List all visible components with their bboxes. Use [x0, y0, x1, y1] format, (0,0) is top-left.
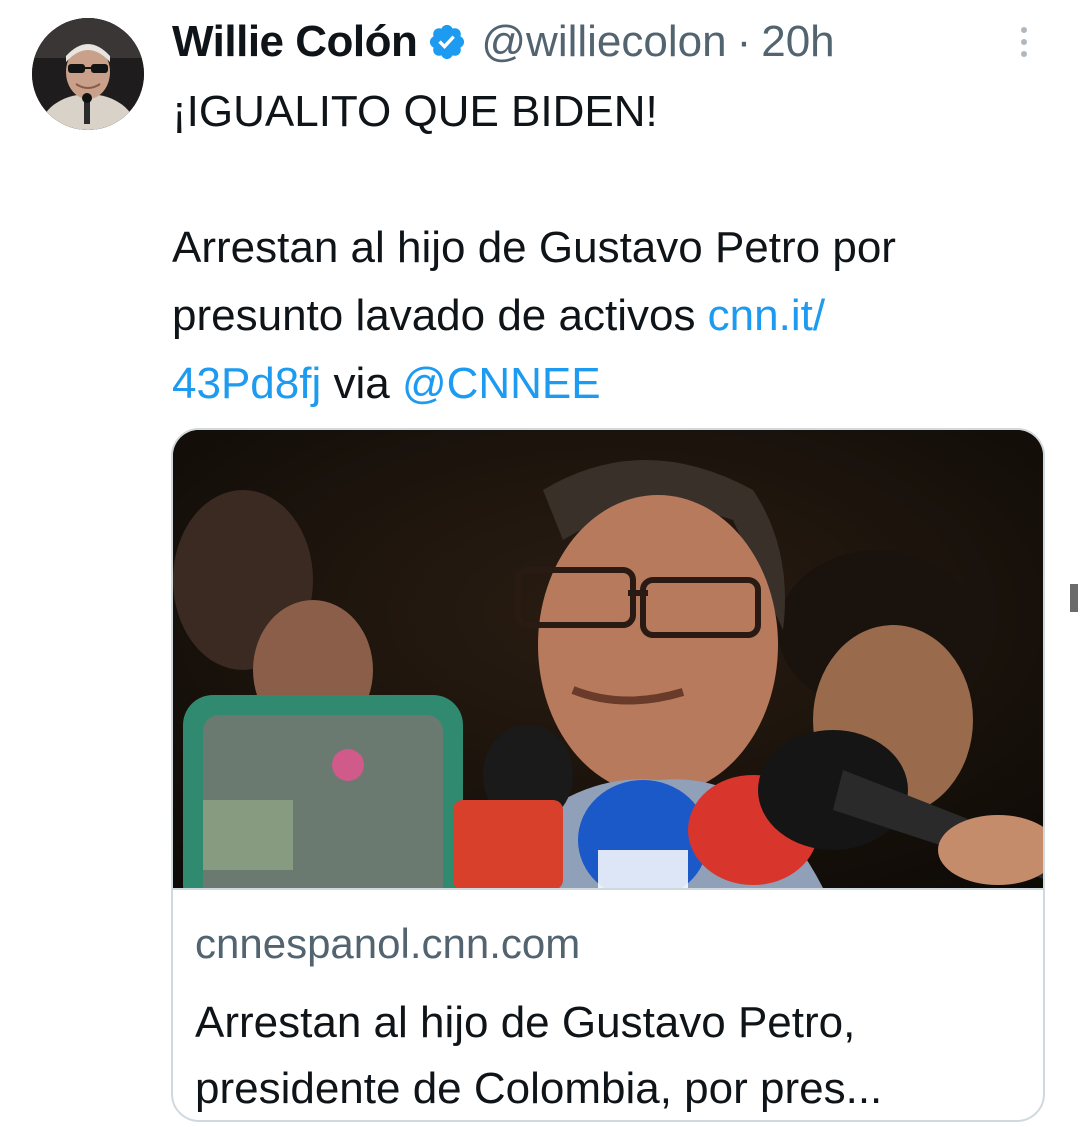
- card-title: Arrestan al hijo de Gustavo Petro, presi…: [195, 990, 1025, 1120]
- scrollbar-handle[interactable]: [1070, 584, 1078, 612]
- author-avatar[interactable]: [32, 18, 144, 130]
- tweet-via-text: via: [321, 359, 402, 408]
- tweet-mention-link[interactable]: @CNNEE: [402, 359, 601, 408]
- card-title-line2: presidente de Colombia, por pres...: [195, 1064, 883, 1113]
- tweet-timestamp[interactable]: 20h: [761, 17, 834, 67]
- card-photo: [173, 430, 1043, 888]
- author-handle[interactable]: @williecolon: [481, 17, 726, 67]
- card-divider: [173, 888, 1043, 890]
- card-image[interactable]: [173, 430, 1043, 888]
- verified-badge-icon: [430, 24, 465, 60]
- card-title-line1: Arrestan al hijo de Gustavo Petro,: [195, 998, 856, 1047]
- avatar-image: [32, 18, 144, 130]
- tweet-blank-line: [172, 146, 1052, 214]
- header-separator: ·: [736, 17, 752, 66]
- tweet-short-link-part1[interactable]: cnn.it/: [708, 291, 825, 340]
- author-display-name[interactable]: Willie Colón: [172, 17, 418, 67]
- link-preview-card[interactable]: cnnespanol.cnn.com Arrestan al hijo de G…: [171, 428, 1045, 1122]
- more-vertical-icon[interactable]: [1012, 22, 1036, 62]
- tweet-first-line: ¡IGUALITO QUE BIDEN!: [172, 87, 658, 136]
- tweet-body: Arrestan al hijo de Gustavo Petro por pr…: [172, 214, 1052, 418]
- card-domain: cnnespanol.cnn.com: [195, 920, 581, 967]
- tweet-text: ¡IGUALITO QUE BIDEN! Arrestan al hijo de…: [172, 78, 1052, 418]
- tweet-header: Willie Colón @williecolon · 20h: [172, 12, 835, 72]
- tweet-short-link-part2[interactable]: 43Pd8fj: [172, 359, 321, 408]
